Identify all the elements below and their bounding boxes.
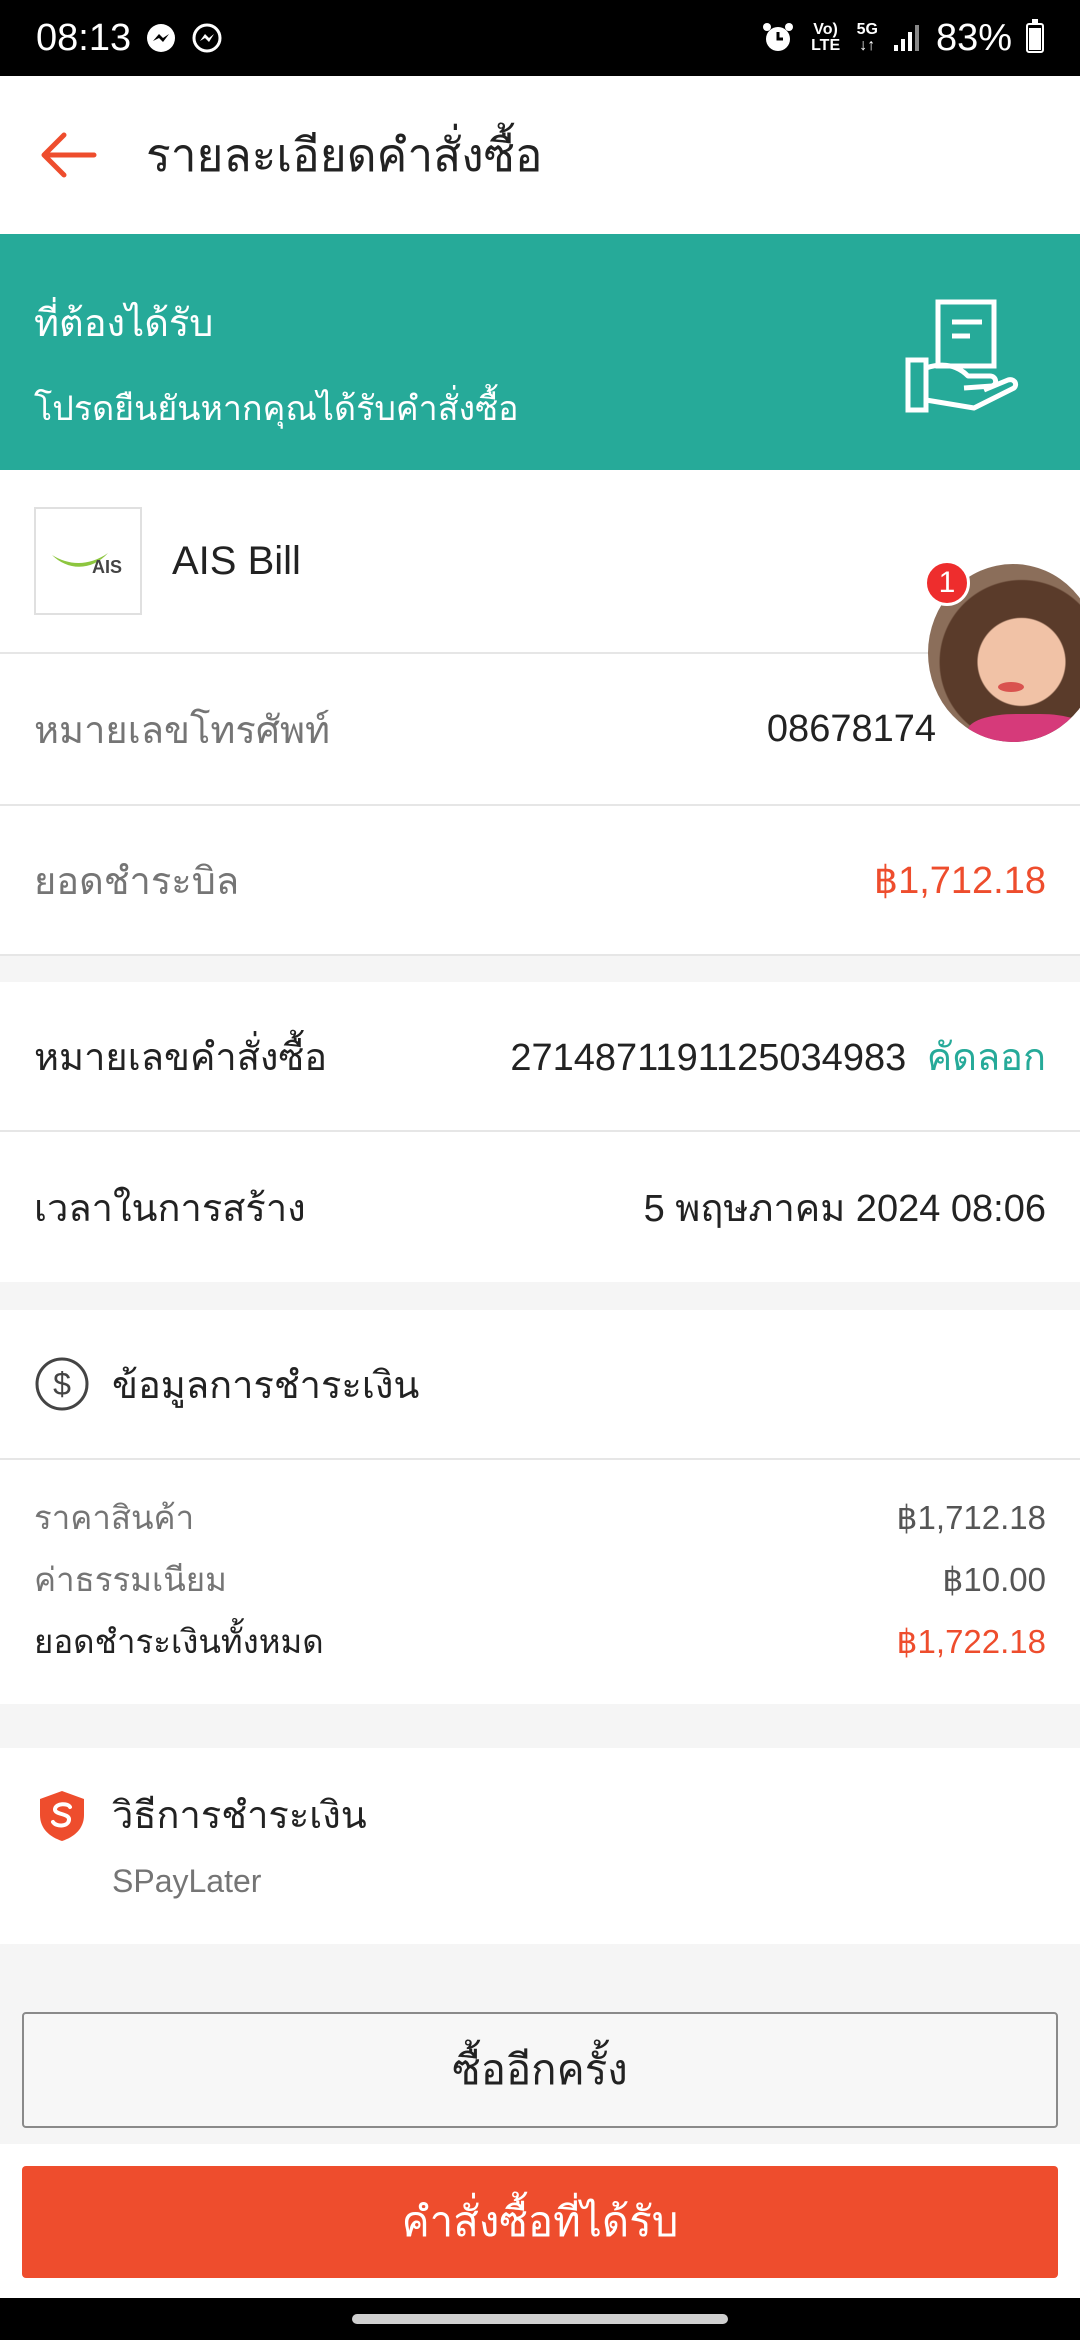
status-title: ที่ต้องได้รับ (34, 303, 214, 345)
back-button[interactable] (36, 120, 106, 190)
created-time-value: 5 พฤษภาคม 2024 08:06 (643, 1187, 1046, 1230)
status-time: 08:13 (36, 16, 132, 59)
fee-line: ค่าธรรมเนียม ฿10.00 (34, 1560, 1046, 1598)
payment-method-title: วิธีการชำระเงิน (112, 1795, 367, 1837)
merchant-logo: AIS (34, 507, 142, 615)
payment-method-card[interactable]: วิธีการชำระเงิน SPayLater (0, 1748, 1080, 1944)
app-header: รายละเอียดคำสั่งซื้อ (0, 76, 1080, 234)
shield-s-icon (40, 1790, 84, 1841)
order-status-banner: ที่ต้องได้รับ โปรดยืนยันหากคุณได้รับคำสั… (0, 234, 1080, 470)
system-nav-bar (0, 2298, 1080, 2340)
payment-info-card: $ ข้อมูลการชำระเงิน ราคาสินค้า ฿1,712.18… (0, 1310, 1080, 1704)
merchant-name: AIS Bill (172, 538, 301, 583)
svg-text:$: $ (53, 1366, 71, 1402)
receipt-hand-icon (905, 299, 1019, 413)
phone-label: หมายเลขโทรศัพท์ (34, 709, 331, 752)
created-time-label: เวลาในการสร้าง (34, 1187, 306, 1230)
home-gesture-handle[interactable] (352, 2314, 728, 2324)
bill-amount-label: ยอดชำระบิล (34, 860, 240, 903)
buy-again-button[interactable]: ซื้ออีกครั้ง (22, 2012, 1058, 2128)
payment-method-value: SPayLater (112, 1863, 262, 1899)
battery-icon (1026, 19, 1044, 53)
bill-amount-row: ยอดชำระบิล ฿1,712.18 (0, 806, 1080, 956)
status-subtitle: โปรดยืนยันหากคุณได้รับคำสั่งซื้อ (34, 390, 519, 428)
alarm-icon (761, 21, 795, 55)
created-time-row: เวลาในการสร้าง 5 พฤษภาคม 2024 08:06 (0, 1132, 1080, 1282)
payment-lines: ราคาสินค้า ฿1,712.18 ค่าธรรมเนียม ฿10.00… (0, 1460, 1080, 1704)
messenger-icon (145, 22, 177, 54)
messenger-icon (191, 22, 223, 54)
total-line: ยอดชำระเงินทั้งหมด ฿1,722.18 (34, 1622, 1046, 1660)
subtotal-line: ราคาสินค้า ฿1,712.18 (34, 1498, 1046, 1536)
order-id-row: หมายเลขคำสั่งซื้อ 2714871191125034983 คั… (0, 982, 1080, 1132)
page-title: รายละเอียดคำสั่งซื้อ (146, 128, 543, 181)
arrow-left-icon (41, 132, 97, 178)
copy-button[interactable]: คัดลอก (927, 1037, 1046, 1079)
merchant-row[interactable]: AIS AIS Bill (0, 470, 1080, 654)
dollar-circle-icon: $ (35, 1357, 89, 1411)
payment-info-header: $ ข้อมูลการชำระเงิน (0, 1310, 1080, 1460)
battery-percent: 83% (935, 16, 1012, 59)
bill-card: AIS AIS Bill หมายเลขโทรศัพท์ 08678174 ยอ… (0, 470, 1080, 956)
notification-badge: 1 (924, 560, 970, 606)
phone-row: หมายเลขโทรศัพท์ 08678174 (0, 654, 1080, 806)
order-id-value: 2714871191125034983 (510, 1036, 907, 1079)
volte-icon: Vo) LTE (811, 21, 841, 54)
status-bar: 08:13 Vo) LTE 5G ↓↑ 83% (0, 0, 1080, 76)
order-info-card: หมายเลขคำสั่งซื้อ 2714871191125034983 คั… (0, 982, 1080, 1282)
payment-info-title: ข้อมูลการชำระเงิน (112, 1364, 420, 1407)
bill-amount-value: ฿1,712.18 (873, 859, 1046, 902)
order-received-button[interactable]: คำสั่งซื้อที่ได้รับ (22, 2166, 1058, 2278)
signal-icon (892, 23, 922, 53)
order-id-label: หมายเลขคำสั่งซื้อ (34, 1036, 328, 1079)
phone-value: 08678174 (766, 707, 936, 750)
chat-bubble[interactable]: 1 (924, 560, 1080, 742)
5g-icon: 5G ↓↑ (856, 21, 878, 54)
